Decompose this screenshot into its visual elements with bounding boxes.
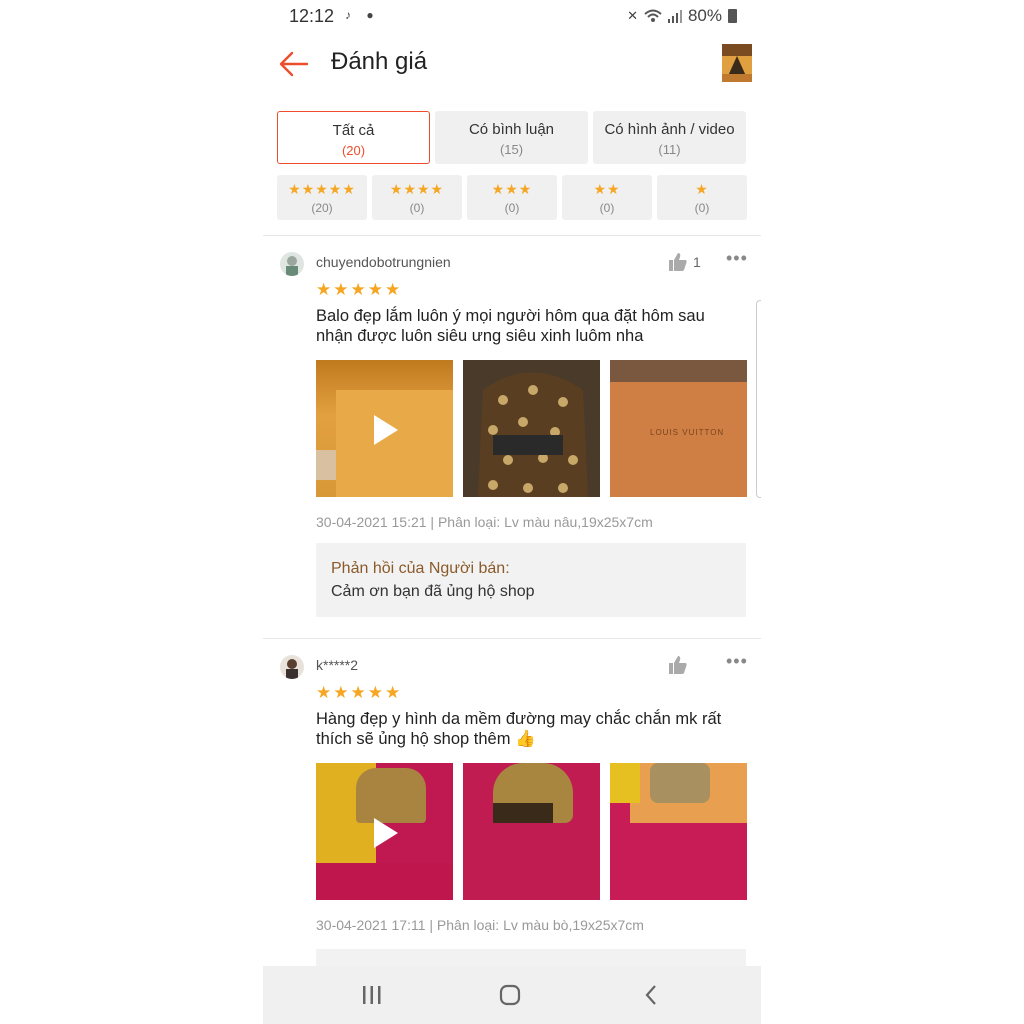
star-icons: ★★★★: [389, 181, 445, 197]
username: chuyendobotrungnien: [316, 254, 451, 270]
filter-3-stars[interactable]: ★★★ (0): [467, 175, 557, 220]
recent-apps-icon[interactable]: [361, 984, 383, 1006]
play-icon: [374, 415, 398, 445]
review-stars: ★★★★★: [316, 683, 403, 702]
play-icon: [374, 818, 398, 848]
status-right: ✕ 80%: [627, 6, 737, 26]
product-thumbnail[interactable]: [722, 44, 752, 82]
photo-image: [463, 360, 600, 497]
reply-heading: Phản hồi của Người bán:: [331, 560, 510, 577]
wifi-icon: [644, 9, 662, 22]
avatar[interactable]: [280, 655, 304, 679]
review-meta: 30-04-2021 15:21 | Phân loại: Lv màu nâu…: [316, 514, 653, 530]
review-photo[interactable]: LOUIS VUITTON: [610, 360, 747, 497]
home-icon[interactable]: [499, 984, 521, 1006]
filter-count: (20): [311, 201, 333, 215]
tab-count: (20): [341, 143, 366, 158]
divider: [263, 235, 761, 236]
back-arrow-icon[interactable]: [279, 50, 309, 78]
tab-with-media[interactable]: Có hình ảnh / video (11): [593, 111, 746, 164]
status-time: 12:12: [289, 6, 335, 26]
star-icons: ★★★: [491, 181, 533, 197]
tab-label: Có bình luận: [468, 121, 555, 138]
thumbs-up-icon[interactable]: [668, 655, 688, 675]
side-handle[interactable]: [756, 300, 761, 498]
username: k*****2: [316, 657, 359, 673]
like-count: 1: [693, 254, 701, 270]
system-nav-bar: [263, 966, 761, 1024]
star-icons: ★★: [593, 181, 621, 197]
review-photo[interactable]: [463, 763, 600, 900]
review-video[interactable]: [316, 763, 453, 900]
tab-label: Có hình ảnh / video: [604, 121, 735, 138]
thumbs-up-icon[interactable]: [668, 252, 688, 272]
battery-percent: 80%: [687, 6, 722, 25]
filter-count: (0): [409, 201, 425, 215]
reply-text: Cảm ơn bạn đã ủng hộ shop: [331, 583, 535, 600]
filter-5-stars[interactable]: ★★★★★ (20): [277, 175, 367, 220]
review-media: [316, 763, 747, 900]
review-photo[interactable]: [463, 360, 600, 497]
tab-with-comments[interactable]: Có bình luận (15): [435, 111, 588, 164]
review-meta: 30-04-2021 17:11 | Phân loại: Lv màu bò,…: [316, 917, 644, 933]
review-text: Balo đẹp lắm luôn ý mọi người hôm qua đặ…: [316, 307, 705, 345]
filter-4-stars[interactable]: ★★★★ (0): [372, 175, 462, 220]
filter-tabs: Tất cả (20) Có bình luận (15) Có hình ản…: [277, 111, 747, 164]
page-title: Đánh giá: [331, 48, 428, 75]
more-options-icon[interactable]: •••: [726, 651, 748, 672]
divider: [263, 638, 761, 639]
mute-icon: ✕: [627, 8, 638, 23]
filter-count: (0): [599, 201, 615, 215]
filter-count: (0): [504, 201, 520, 215]
battery-icon: [728, 9, 737, 23]
filter-2-stars[interactable]: ★★ (0): [562, 175, 652, 220]
star-filters: ★★★★★ (20) ★★★★ (0) ★★★ (0) ★★ (0) ★ (0): [277, 175, 747, 220]
seller-reply: Phản hồi của Người bán: Cảm ơn bạn đã ủn…: [316, 543, 746, 617]
tab-count: (11): [658, 142, 681, 157]
header: Đánh giá: [263, 36, 761, 96]
star-icons: ★★★★★: [288, 181, 356, 197]
back-nav-icon[interactable]: [641, 984, 663, 1006]
tab-label: Tất cả: [332, 122, 375, 139]
signal-icon: [667, 10, 682, 23]
review-photo[interactable]: [610, 763, 747, 900]
phone-screen: 12:12 ♪ ● ✕ 80% Đánh giá Tất cả (20) Có …: [263, 0, 761, 1024]
status-bar: 12:12 ♪ ● ✕ 80%: [263, 0, 761, 32]
notification-icons: ♪ ●: [345, 8, 380, 22]
photo-caption: LOUIS VUITTON: [650, 428, 725, 437]
tab-count: (15): [499, 142, 524, 157]
review-video[interactable]: [316, 360, 453, 497]
avatar[interactable]: [280, 252, 304, 276]
review-text: Hàng đẹp y hình da mềm đường may chắc ch…: [316, 710, 722, 748]
tab-all[interactable]: Tất cả (20): [277, 111, 430, 164]
star-icons: ★: [695, 181, 709, 197]
review-media: LOUIS VUITTON: [316, 360, 747, 497]
review-stars: ★★★★★: [316, 280, 403, 299]
more-options-icon[interactable]: •••: [726, 248, 748, 269]
filter-1-star[interactable]: ★ (0): [657, 175, 747, 220]
filter-count: (0): [694, 201, 710, 215]
